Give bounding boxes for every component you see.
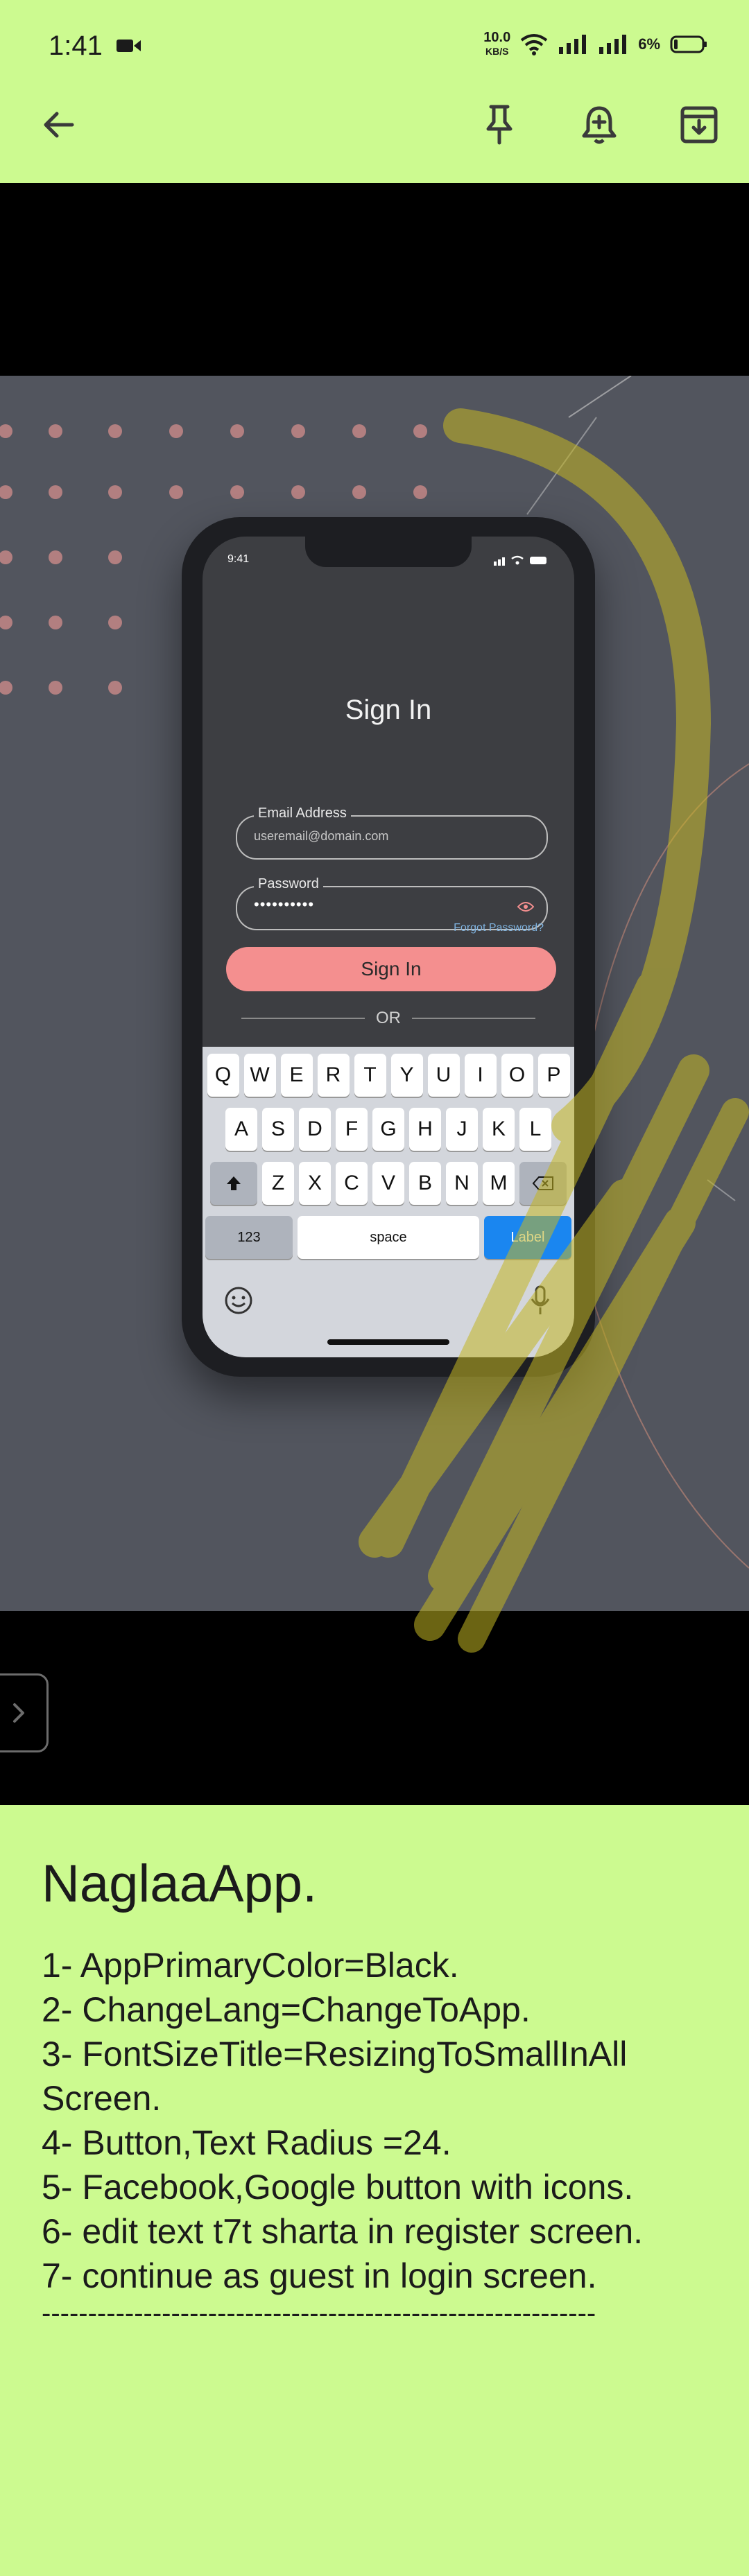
signal-icon (559, 35, 587, 54)
video-camera-icon (117, 40, 141, 52)
archive-icon (680, 106, 718, 143)
note-body[interactable]: NaglaaApp. 1- AppPrimaryColor=Black. 2- … (42, 1854, 721, 2329)
battery-icon (670, 35, 707, 53)
note-separator: ----------------------------------------… (42, 2298, 596, 2329)
note-title[interactable]: NaglaaApp. (42, 1854, 721, 1914)
battery-percent: 6% (638, 35, 660, 53)
highlighter-scribble (359, 408, 749, 1653)
previous-image-button[interactable] (0, 1673, 49, 1752)
note-line: 6- edit text t7t sharta in register scre… (42, 2212, 644, 2251)
reminder-button[interactable] (574, 100, 624, 150)
network-speed: 10.0 KB/S (483, 30, 511, 57)
back-arrow-icon (44, 112, 74, 138)
back-button[interactable] (33, 100, 83, 150)
pin-button[interactable] (474, 100, 524, 150)
note-line: 5- Facebook,Google button with icons. (42, 2168, 634, 2207)
archive-button[interactable] (674, 100, 724, 150)
chevron-right-icon (13, 1703, 24, 1723)
note-line: 2- ChangeLang=ChangeToApp. (42, 1990, 531, 2029)
reminder-icon (582, 106, 617, 144)
status-icons: 10.0 KB/S 6% (483, 31, 707, 58)
status-bar: 1:41 10.0 KB/S 6% (0, 0, 749, 90)
status-time: 1:41 (49, 31, 103, 61)
app-bar (0, 90, 749, 183)
note-image[interactable]: 9:41 Sign In Email Address useremail@dom… (0, 183, 749, 1805)
note-line: 4- Button,Text Radius =24. (42, 2123, 451, 2162)
note-line: 7- continue as guest in login screen. (42, 2256, 597, 2295)
pin-icon (486, 105, 513, 145)
wifi-icon (520, 34, 548, 55)
note-line: 3- FontSizeTitle=ResizingToSmallInAll Sc… (42, 2035, 628, 2118)
signal-icon-2 (599, 35, 627, 54)
note-line: 1- AppPrimaryColor=Black. (42, 1946, 459, 1985)
